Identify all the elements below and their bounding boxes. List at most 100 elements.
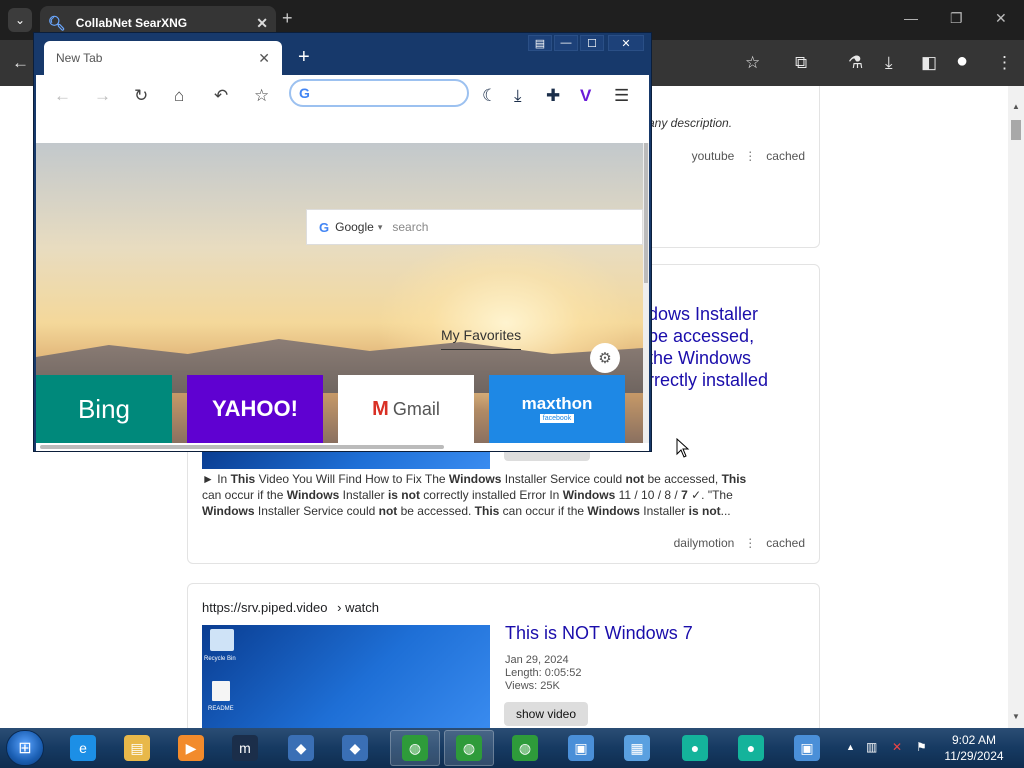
new-tab-search-box[interactable]: G Google ▾ search xyxy=(306,209,643,245)
maximize-button[interactable]: ☐ xyxy=(580,35,604,51)
page-scrollbar[interactable]: ▲ ▼ xyxy=(1008,86,1024,728)
hamburger-menu-icon[interactable]: ☰ xyxy=(614,85,629,107)
result-url[interactable]: https://srv.piped.video › watch xyxy=(202,600,379,615)
new-tab-scrollbar[interactable] xyxy=(643,143,649,443)
chrome-tab-title: CollabNet SearXNG xyxy=(75,16,188,30)
tile-label: Bing xyxy=(77,394,131,424)
search-engine-select[interactable]: Google xyxy=(335,220,374,234)
restore-button[interactable]: ❐ xyxy=(950,10,963,27)
minimize-button[interactable]: — xyxy=(904,10,918,26)
new-tab-button[interactable]: + xyxy=(282,8,293,29)
v-app-icon[interactable]: V xyxy=(580,85,591,107)
action-center-flag-icon[interactable]: ⚑ xyxy=(916,740,927,754)
maxthon-tab[interactable]: New Tab ✕ xyxy=(44,41,282,75)
tile-bing[interactable]: Bing xyxy=(36,375,172,443)
snippet-line: Windows Installer Service could not be a… xyxy=(202,504,731,518)
close-icon[interactable]: ✕ xyxy=(256,15,268,32)
close-window-button[interactable]: ✕ xyxy=(995,10,1007,27)
horizontal-scrollbar[interactable] xyxy=(36,443,649,451)
address-bar[interactable]: G xyxy=(289,79,469,107)
result-title[interactable]: dows Installer be accessed, the Windows … xyxy=(648,303,768,391)
maxthon-titlebar: New Tab ✕ + ▤ — ☐ ✕ xyxy=(34,33,651,75)
result-title-line: rrectly installed xyxy=(648,370,769,390)
volume-muted-icon[interactable]: ✕ xyxy=(892,740,902,754)
reload-icon[interactable]: ↻ xyxy=(134,85,148,107)
taskbar-button[interactable]: ▶ xyxy=(166,730,216,766)
taskbar-button[interactable]: ◍ xyxy=(500,730,550,766)
taskbar-button[interactable]: ◍ xyxy=(444,730,494,766)
gear-icon[interactable]: ⚙ xyxy=(590,343,620,373)
taskbar-button[interactable]: ◍ xyxy=(390,730,440,766)
taskbar-button[interactable]: ▦ xyxy=(612,730,662,766)
forward-icon[interactable]: → xyxy=(94,85,111,107)
close-window-button[interactable]: ✕ xyxy=(608,35,644,51)
favorite-star-icon[interactable]: ☆ xyxy=(254,85,269,107)
bookmark-star-icon[interactable]: ☆ xyxy=(745,52,760,74)
taskbar-button[interactable]: ▣ xyxy=(556,730,606,766)
show-video-button[interactable]: show video xyxy=(504,702,588,726)
back-icon[interactable]: ← xyxy=(12,52,29,74)
taskbar-button[interactable]: ▤ xyxy=(112,730,162,766)
close-icon[interactable]: ✕ xyxy=(258,50,270,67)
monitor-icon-2: ▣ xyxy=(794,735,820,761)
scrollbar-thumb[interactable] xyxy=(40,445,444,449)
result-thumbnail[interactable] xyxy=(202,451,490,469)
start-button[interactable]: ⊞ xyxy=(6,730,44,766)
home-icon[interactable]: ⌂ xyxy=(174,85,184,107)
result-meta: dailymotion ⋮ cached xyxy=(674,536,805,550)
result-snippet: any description. xyxy=(648,116,733,130)
side-panel-icon[interactable]: ◧ xyxy=(921,52,937,74)
globe-icon-3: ◍ xyxy=(512,735,538,761)
my-favorites-tab[interactable]: My Favorites xyxy=(441,327,522,350)
tab-search-button[interactable]: ⌄ xyxy=(8,8,32,32)
taskbar-button[interactable]: ◆ xyxy=(330,730,380,766)
show-hidden-icons-icon[interactable]: ▲ xyxy=(846,742,855,752)
taskbar-button[interactable]: ● xyxy=(670,730,720,766)
taskbar-button[interactable]: ▣ xyxy=(782,730,832,766)
scrollbar-thumb[interactable] xyxy=(1011,120,1021,140)
tile-yahoo[interactable]: YAHOO! xyxy=(187,375,323,443)
new-tab-button[interactable]: + xyxy=(298,47,310,67)
more-icon[interactable]: ⋮ xyxy=(744,536,756,550)
kebab-menu-icon[interactable]: ⋮ xyxy=(996,52,1013,74)
night-mode-icon[interactable]: ☾ xyxy=(482,85,497,107)
labs-icon[interactable]: ⚗ xyxy=(848,52,863,74)
scroll-up-icon[interactable]: ▲ xyxy=(1012,102,1020,111)
more-icon[interactable]: ⋮ xyxy=(744,149,756,163)
result-source[interactable]: youtube xyxy=(692,149,735,163)
taskbar-button[interactable]: e xyxy=(58,730,108,766)
back-icon[interactable]: ← xyxy=(54,85,71,107)
maxthon-icon: m xyxy=(232,735,258,761)
tab-list-button[interactable]: ▤ xyxy=(528,35,552,51)
extensions-icon[interactable]: ⧉ xyxy=(795,52,807,74)
result-title[interactable]: This is NOT Windows 7 xyxy=(505,622,693,644)
explorer-icon: ▤ xyxy=(124,735,150,761)
result-thumbnail[interactable]: Recycle Bin README xyxy=(202,625,490,728)
cached-link[interactable]: cached xyxy=(766,149,805,163)
scroll-down-icon[interactable]: ▼ xyxy=(1012,712,1020,721)
google-icon: G xyxy=(319,219,330,235)
profile-icon[interactable]: ● xyxy=(956,50,968,72)
monitor-icon: ▣ xyxy=(568,735,594,761)
system-clock[interactable]: 9:02 AM 11/29/2024 xyxy=(936,732,1012,764)
taskbar-button[interactable]: ● xyxy=(726,730,776,766)
network-icon[interactable]: ▥ xyxy=(866,740,877,754)
download-icon[interactable]: ⤓ xyxy=(885,52,893,74)
tile-maxthon[interactable]: maxthon facebook xyxy=(489,375,625,443)
download-icon[interactable]: ⤓ xyxy=(514,85,522,107)
caret-down-icon[interactable]: ▾ xyxy=(378,222,383,233)
tile-gmail[interactable]: M Gmail xyxy=(338,375,474,443)
result-title-line: dows Installer xyxy=(648,304,759,324)
result-length: Length: 0:05:52 xyxy=(505,667,582,679)
maxthon-tab-title: New Tab xyxy=(56,51,103,65)
cached-link[interactable]: cached xyxy=(766,536,805,550)
result-source[interactable]: dailymotion xyxy=(674,536,735,550)
minimize-button[interactable]: — xyxy=(554,35,578,51)
taskbar-button[interactable]: m xyxy=(220,730,270,766)
taskbar-button[interactable]: ◆ xyxy=(276,730,326,766)
result-views: Views: 25K xyxy=(505,680,560,692)
extensions-icon[interactable]: ✚ xyxy=(546,85,560,107)
teal-app-icon-2: ● xyxy=(738,735,764,761)
undo-close-icon[interactable]: ↶ xyxy=(214,85,228,107)
scrollbar-thumb[interactable] xyxy=(644,143,648,283)
